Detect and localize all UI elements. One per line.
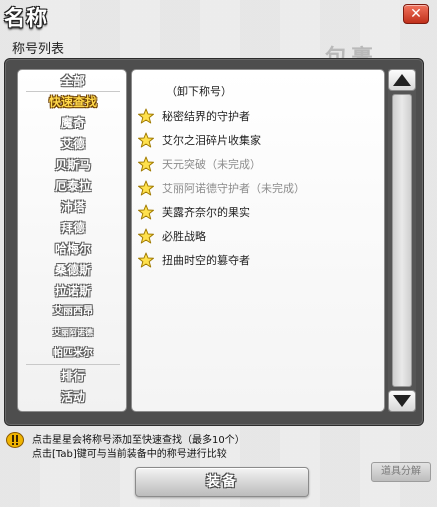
equip-button[interactable]: 装备 <box>135 467 309 497</box>
category-divider <box>26 364 120 365</box>
title-item[interactable]: 天元突破（未完成） <box>138 155 378 173</box>
category-item[interactable]: 桑德斯 <box>18 260 128 280</box>
title-item[interactable]: 秘密结界的守护者 <box>138 107 378 125</box>
category-item[interactable]: 贝斯马 <box>18 155 128 175</box>
category-item[interactable]: 活动 <box>18 387 128 407</box>
category-item[interactable]: 艾德 <box>18 134 128 154</box>
star-icon[interactable] <box>138 252 154 268</box>
title-list-scrollbar[interactable] <box>388 69 416 412</box>
title-item[interactable]: 艾尔之泪碎片收集家 <box>138 131 378 149</box>
note-star-hint: 点击星星会将称号添加至快速查找（最多10个） <box>32 435 245 446</box>
category-item[interactable]: 拜德 <box>18 218 128 238</box>
window-title: 名称 <box>4 6 48 30</box>
triangle-down-icon <box>393 395 411 407</box>
category-item[interactable]: 排行 <box>18 366 128 386</box>
close-button[interactable]: ✕ <box>403 4 429 24</box>
note-tab-hint: 点击[Tab]键可与当前装备中的称号进行比较 <box>32 449 227 460</box>
category-item[interactable]: 艾丽西昂 <box>18 302 128 322</box>
category-item[interactable]: 帕匹米尔 <box>18 344 128 364</box>
title-item[interactable]: 芙露齐奈尔的果实 <box>138 203 378 221</box>
scroll-up-button[interactable] <box>388 69 416 91</box>
title-item[interactable]: 艾丽阿诺德守护者（未完成） <box>138 179 378 197</box>
title-item-label: 天元突破（未完成） <box>162 158 261 171</box>
category-item[interactable]: 哈梅尔 <box>18 239 128 259</box>
category-divider <box>26 91 120 92</box>
title-item-label: 扭曲时空的篡夺者 <box>162 254 250 267</box>
scroll-track[interactable] <box>392 94 412 387</box>
category-item[interactable]: 快速查找 <box>18 92 128 112</box>
category-item[interactable]: 魔奇 <box>18 113 128 133</box>
title-item[interactable]: 必胜战略 <box>138 227 378 245</box>
category-item[interactable]: 艾丽阿诺德 <box>18 323 128 343</box>
exclamation-icon <box>6 432 24 448</box>
title-list: （卸下称号） 秘密结界的守护者 艾尔之泪碎片收集家 天元突破（未完成） 艾丽阿诺德守护… <box>131 69 385 412</box>
category-item[interactable]: 拉诺斯 <box>18 281 128 301</box>
star-icon[interactable] <box>138 228 154 244</box>
title-item-label: 必胜战略 <box>162 230 206 243</box>
unequip-title-option[interactable]: （卸下称号） <box>166 83 232 99</box>
title-item-label: 芙露齐奈尔的果实 <box>162 206 250 219</box>
star-icon[interactable] <box>138 180 154 196</box>
title-item-label: 艾丽阿诺德守护者（未完成） <box>162 182 305 195</box>
category-list: 全部 快速查找 魔奇 艾德 贝斯马 厄泰拉 沛塔 拜德 哈梅尔 桑德斯 拉诺斯 艾丽西昂 艾丽阿诺德 帕匹… <box>17 69 127 412</box>
star-icon[interactable] <box>138 156 154 172</box>
category-item[interactable]: 沛塔 <box>18 197 128 217</box>
scroll-down-button[interactable] <box>388 390 416 412</box>
title-window: 名称 ✕ 称号列表 全部 快速查找 魔奇 艾德 贝斯马 厄泰拉 沛塔 拜德 哈梅尔 桑德斯 拉诺斯艾… <box>0 0 437 507</box>
category-item[interactable]: 厄泰拉 <box>18 176 128 196</box>
title-item[interactable]: 扭曲时空的篡夺者 <box>138 251 378 269</box>
triangle-up-icon <box>393 74 411 86</box>
category-item[interactable]: 全部 <box>18 71 128 91</box>
star-icon[interactable] <box>138 204 154 220</box>
title-item-label: 秘密结界的守护者 <box>162 110 250 123</box>
title-list-heading: 称号列表 <box>12 42 65 57</box>
star-icon[interactable] <box>138 108 154 124</box>
titles-panel: 全部 快速查找 魔奇 艾德 贝斯马 厄泰拉 沛塔 拜德 哈梅尔 桑德斯 拉诺斯 艾丽西昂 艾丽阿诺德 帕匹… <box>4 58 424 426</box>
title-item-label: 艾尔之泪碎片收集家 <box>162 134 261 147</box>
star-icon[interactable] <box>138 132 154 148</box>
